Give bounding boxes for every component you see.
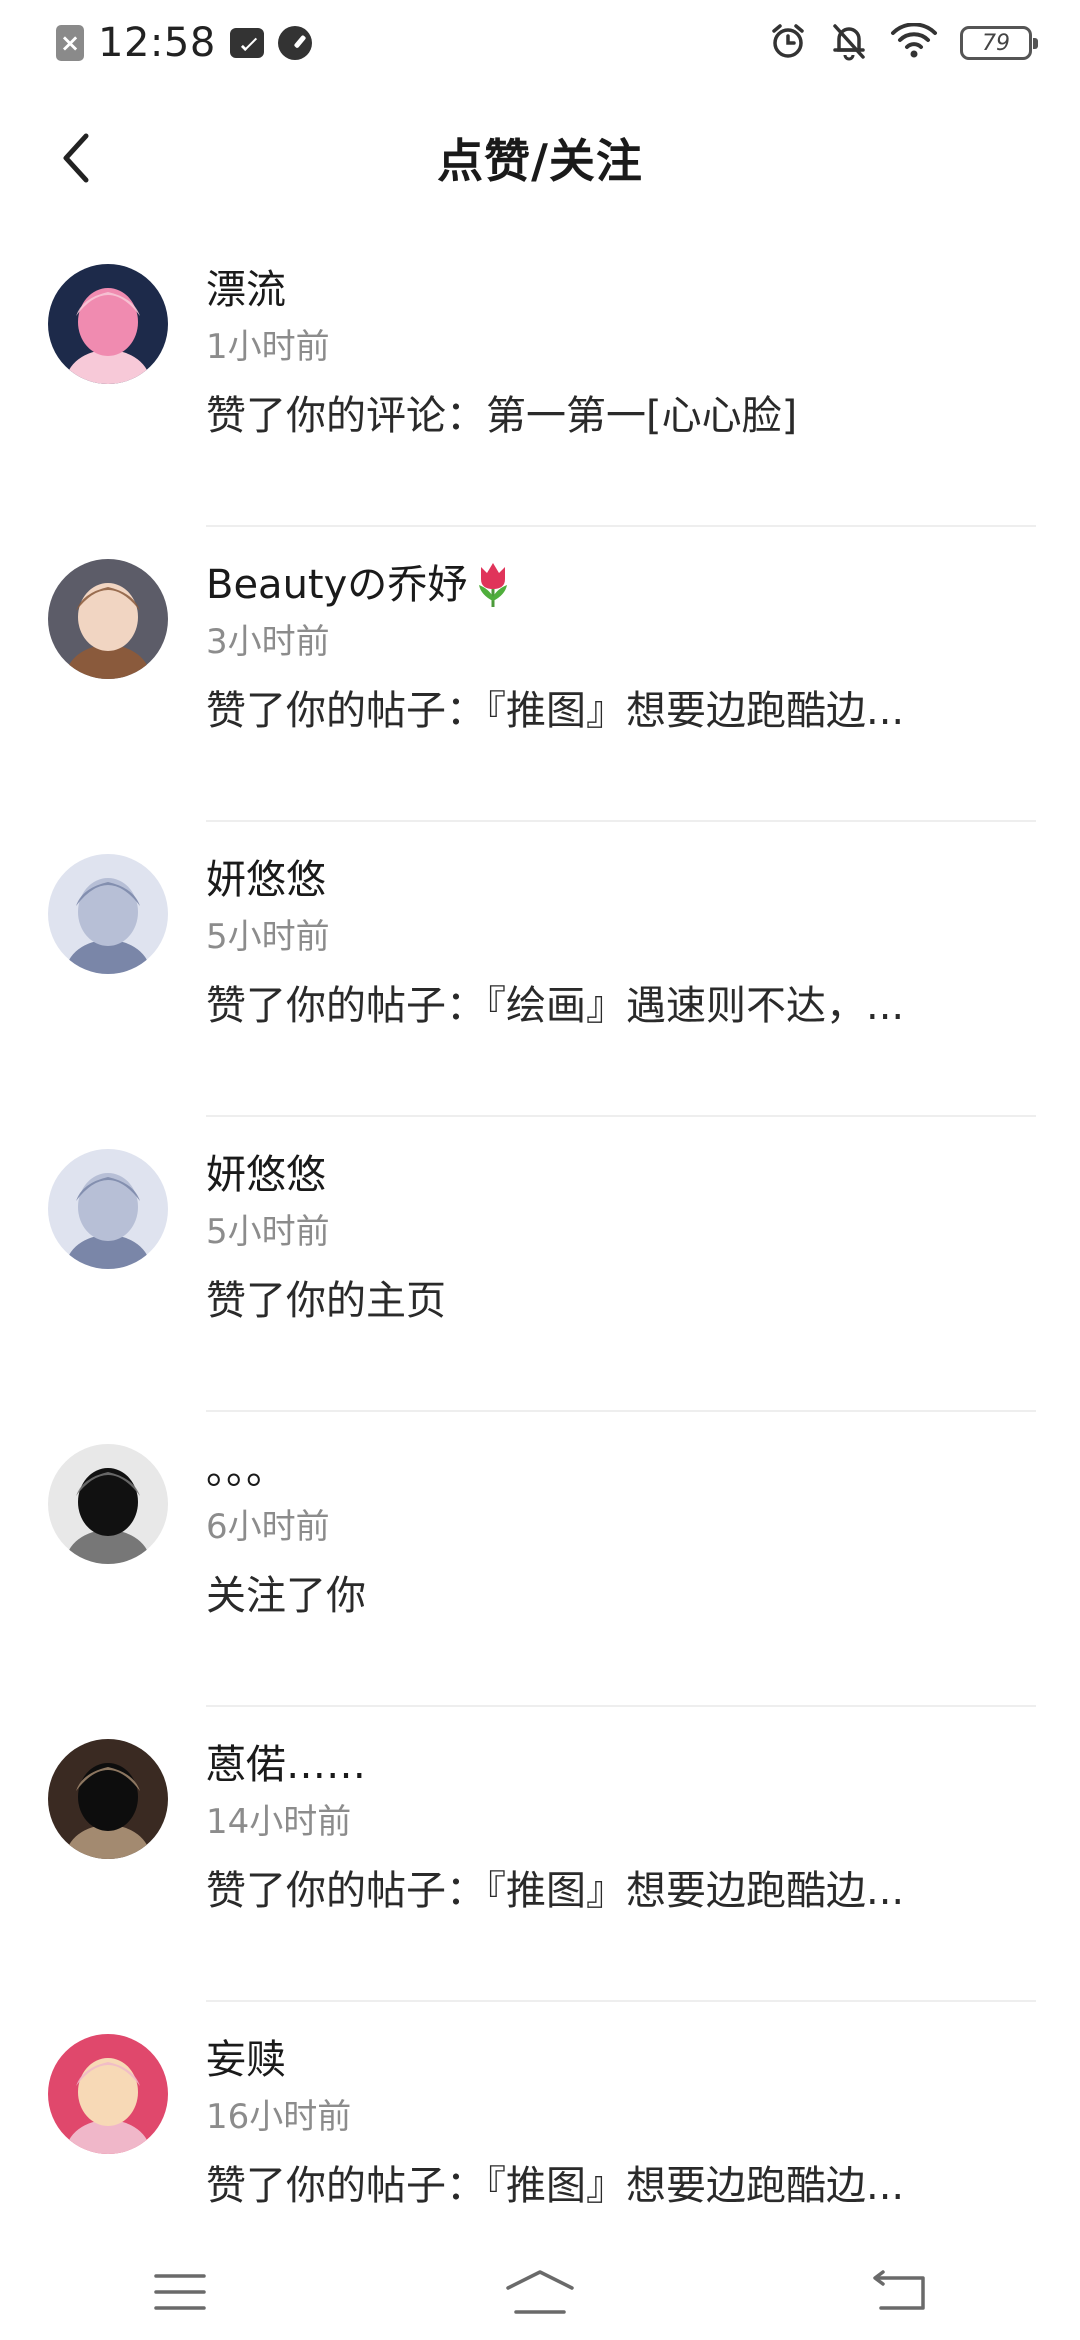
screen: × 12:58 79 点赞/关注 漂流 1小时前 赞了你的评论：第一第一[心心脸… <box>0 0 1080 2340</box>
notification-time: 14小时前 <box>206 1802 352 1842</box>
username-text: 蒽偌…… <box>206 1742 366 1788</box>
notification-body: 漂流 1小时前赞了你的评论：第一第一[心心脸] <box>206 262 1036 444</box>
avatar-image <box>48 559 168 679</box>
avatar-image <box>48 264 168 384</box>
avatar-image <box>48 1149 168 1269</box>
system-nav-bar <box>0 2244 1080 2340</box>
avatar-image <box>48 2034 168 2154</box>
mute-bell-icon <box>830 21 868 65</box>
notification-body: Beautyの乔妤 3小时前赞了你的帖子：『推图』想要边跑酷边... <box>206 557 1036 739</box>
alarm-icon <box>768 21 808 65</box>
notification-text[interactable]: 赞了你的主页 <box>206 1273 1036 1329</box>
nav-menu-button[interactable] <box>132 2252 228 2332</box>
avatar[interactable] <box>48 854 168 974</box>
back-button[interactable] <box>40 122 112 194</box>
notification-list[interactable]: 漂流 1小时前赞了你的评论：第一第一[心心脸] Beautyの乔妤 3小时前赞了你的帖… <box>0 232 1080 2297</box>
notification-username[interactable]: Beautyの乔妤 <box>206 557 1036 613</box>
avatar-image <box>48 854 168 974</box>
notification-body: 妍悠悠 5小时前赞了你的帖子：『绘画』遇速则不达，... <box>206 852 1036 1034</box>
notification-text[interactable]: 赞了你的帖子：『推图』想要边跑酷边... <box>206 2158 1036 2214</box>
notification-time: 1小时前 <box>206 327 330 367</box>
notification-username[interactable]: 妄赎 <box>206 2032 1036 2088</box>
username-text: 妄赎 <box>206 2037 286 2083</box>
status-time: 12:58 <box>98 20 216 66</box>
battery-level: 79 <box>982 30 1010 56</box>
username-text: 。。。 <box>206 1447 286 1493</box>
notification-text[interactable]: 关注了你 <box>206 1568 1036 1624</box>
avatar[interactable] <box>48 1444 168 1564</box>
notification-body: 妍悠悠 5小时前赞了你的主页 <box>206 1147 1036 1329</box>
username-text: 漂流 <box>206 267 286 313</box>
notification-text[interactable]: 赞了你的帖子：『推图』想要边跑酷边... <box>206 1863 1036 1919</box>
notification-username[interactable]: 妍悠悠 <box>206 1147 1036 1203</box>
notification-username[interactable]: 漂流 <box>206 262 1036 318</box>
page-title: 点赞/关注 <box>437 134 643 188</box>
mail-icon <box>229 28 264 58</box>
avatar[interactable] <box>48 2034 168 2154</box>
notification-username[interactable]: 蒽偌…… <box>206 1737 1036 1793</box>
notification-body: 蒽偌…… 14小时前赞了你的帖子：『推图』想要边跑酷边... <box>206 1737 1036 1919</box>
notification-body: 。。。 6小时前关注了你 <box>206 1442 1036 1624</box>
notification-item[interactable]: Beautyの乔妤 3小时前赞了你的帖子：『推图』想要边跑酷边... <box>0 527 1080 822</box>
notification-username[interactable]: 妍悠悠 <box>206 852 1036 908</box>
notification-time: 6小时前 <box>206 1507 330 1547</box>
notification-item[interactable]: 妍悠悠 5小时前赞了你的主页 <box>0 1117 1080 1412</box>
avatar-image <box>48 1739 168 1859</box>
nav-home-button[interactable] <box>492 2252 588 2332</box>
home-icon <box>506 2270 574 2314</box>
notification-body: 妄赎 16小时前赞了你的帖子：『推图』想要边跑酷边... <box>206 2032 1036 2214</box>
username-text: Beautyの乔妤 <box>206 562 468 608</box>
username-text: 妍悠悠 <box>206 857 326 903</box>
notification-text[interactable]: 赞了你的评论：第一第一[心心脸] <box>206 388 1036 444</box>
battery-icon: 79 <box>960 26 1038 60</box>
notification-item[interactable]: 漂流 1小时前赞了你的评论：第一第一[心心脸] <box>0 232 1080 527</box>
notification-item[interactable]: 。。。 6小时前关注了你 <box>0 1412 1080 1707</box>
avatar[interactable] <box>48 1149 168 1269</box>
notification-time: 3小时前 <box>206 622 330 662</box>
menu-icon <box>154 2274 206 2310</box>
avatar[interactable] <box>48 264 168 384</box>
notification-text[interactable]: 赞了你的帖子：『推图』想要边跑酷边... <box>206 683 1036 739</box>
avatar-image <box>48 1444 168 1564</box>
avatar[interactable] <box>48 1739 168 1859</box>
notification-close-icon: × <box>56 25 84 61</box>
notification-time: 5小时前 <box>206 917 330 957</box>
notification-time: 5小时前 <box>206 1212 330 1252</box>
notification-text[interactable]: 赞了你的帖子：『绘画』遇速则不达，... <box>206 978 1036 1034</box>
speedometer-icon <box>277 26 312 60</box>
username-text: 妍悠悠 <box>206 1152 326 1198</box>
avatar[interactable] <box>48 559 168 679</box>
notification-item[interactable]: 妍悠悠 5小时前赞了你的帖子：『绘画』遇速则不达，... <box>0 822 1080 1117</box>
nav-back-button[interactable] <box>852 2252 948 2332</box>
notification-username[interactable]: 。。。 <box>206 1442 1036 1498</box>
tulip-emoji-icon <box>473 561 513 609</box>
header: 点赞/关注 <box>0 110 1080 206</box>
return-icon <box>873 2270 925 2310</box>
notification-item[interactable]: 蒽偌…… 14小时前赞了你的帖子：『推图』想要边跑酷边... <box>0 1707 1080 2002</box>
status-bar: × 12:58 79 <box>0 0 1080 86</box>
chevron-left-icon <box>63 133 89 183</box>
wifi-icon <box>890 22 938 63</box>
notification-time: 16小时前 <box>206 2097 352 2137</box>
